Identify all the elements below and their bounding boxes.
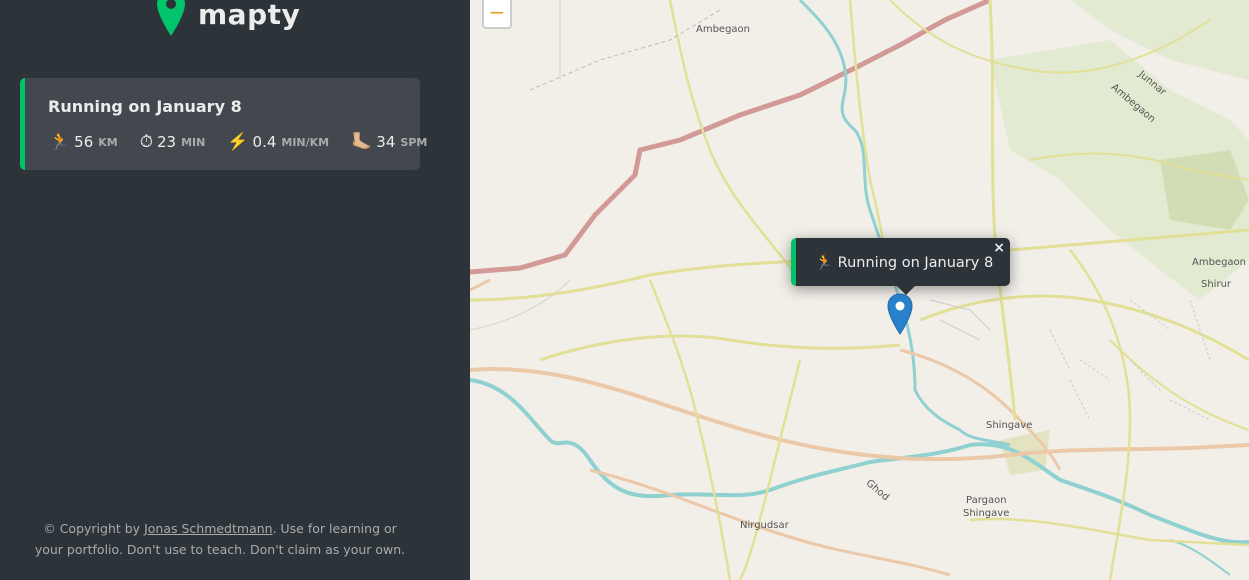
pace-value: 0.4 [252,133,277,151]
workout-title: Running on January 8 [48,97,242,116]
zoom-out-button[interactable]: − [482,0,512,29]
cadence-unit: spm [400,135,428,149]
popup-text: Running on January 8 [837,255,994,271]
cadence-value: 34 [376,133,396,151]
close-icon[interactable]: × [993,240,1005,256]
logo: mapty [156,0,300,38]
distance-unit: km [98,135,118,149]
place-label: Pargaon [966,495,1007,506]
map-tiles[interactable] [470,0,1249,580]
author-link[interactable]: Jonas Schmedtmann [144,521,273,536]
pace-unit: min/km [281,135,330,149]
pace-detail: ⚡️ 0.4 min/km [227,133,329,151]
cadence-detail: 🦶🏼 34 spm [351,133,427,151]
place-label: Shingave [986,420,1033,431]
stopwatch-icon: ⏱ [139,131,154,152]
workout-card[interactable]: Running on January 8 🏃 56 km ⏱ 23 min ⚡️… [20,78,427,170]
workout-popup[interactable]: 🏃 Running on January 8 × [791,238,1010,295]
place-label: Shingave [963,508,1010,519]
place-label: Shirur [1201,279,1232,290]
copyright-prefix: © Copyright by [43,521,145,536]
duration-value: 23 [157,133,177,151]
copyright: © Copyright by Jonas Schmedtmann. Use fo… [30,518,410,560]
place-label: Nirgudsar [740,520,789,531]
lightning-icon: ⚡️ [227,131,249,152]
sidebar: mapty Running on January 8 🏃 56 km ⏱ 23 … [0,0,470,580]
distance-value: 56 [74,133,94,151]
app-name: mapty [198,0,301,31]
place-label: Ambegaon [1192,257,1247,268]
duration-detail: ⏱ 23 min [140,133,206,151]
duration-unit: min [181,135,206,149]
map-pin-icon [157,0,185,36]
map[interactable]: − Ambegaon Junnar Ambegaon Ambegaon Shir… [470,0,1249,580]
runner-icon: 🏃 [815,255,834,271]
workout-details: 🏃 56 km ⏱ 23 min ⚡️ 0.4 min/km 🦶🏼 34 spm [49,133,449,151]
location-marker-icon[interactable] [887,293,913,335]
foot-icon: 🦶🏼 [351,131,373,152]
runner-icon: 🏃 [49,131,71,152]
place-label: Ambegaon [696,24,751,35]
popup-content: 🏃 Running on January 8 [815,254,993,271]
distance-detail: 🏃 56 km [49,133,118,151]
